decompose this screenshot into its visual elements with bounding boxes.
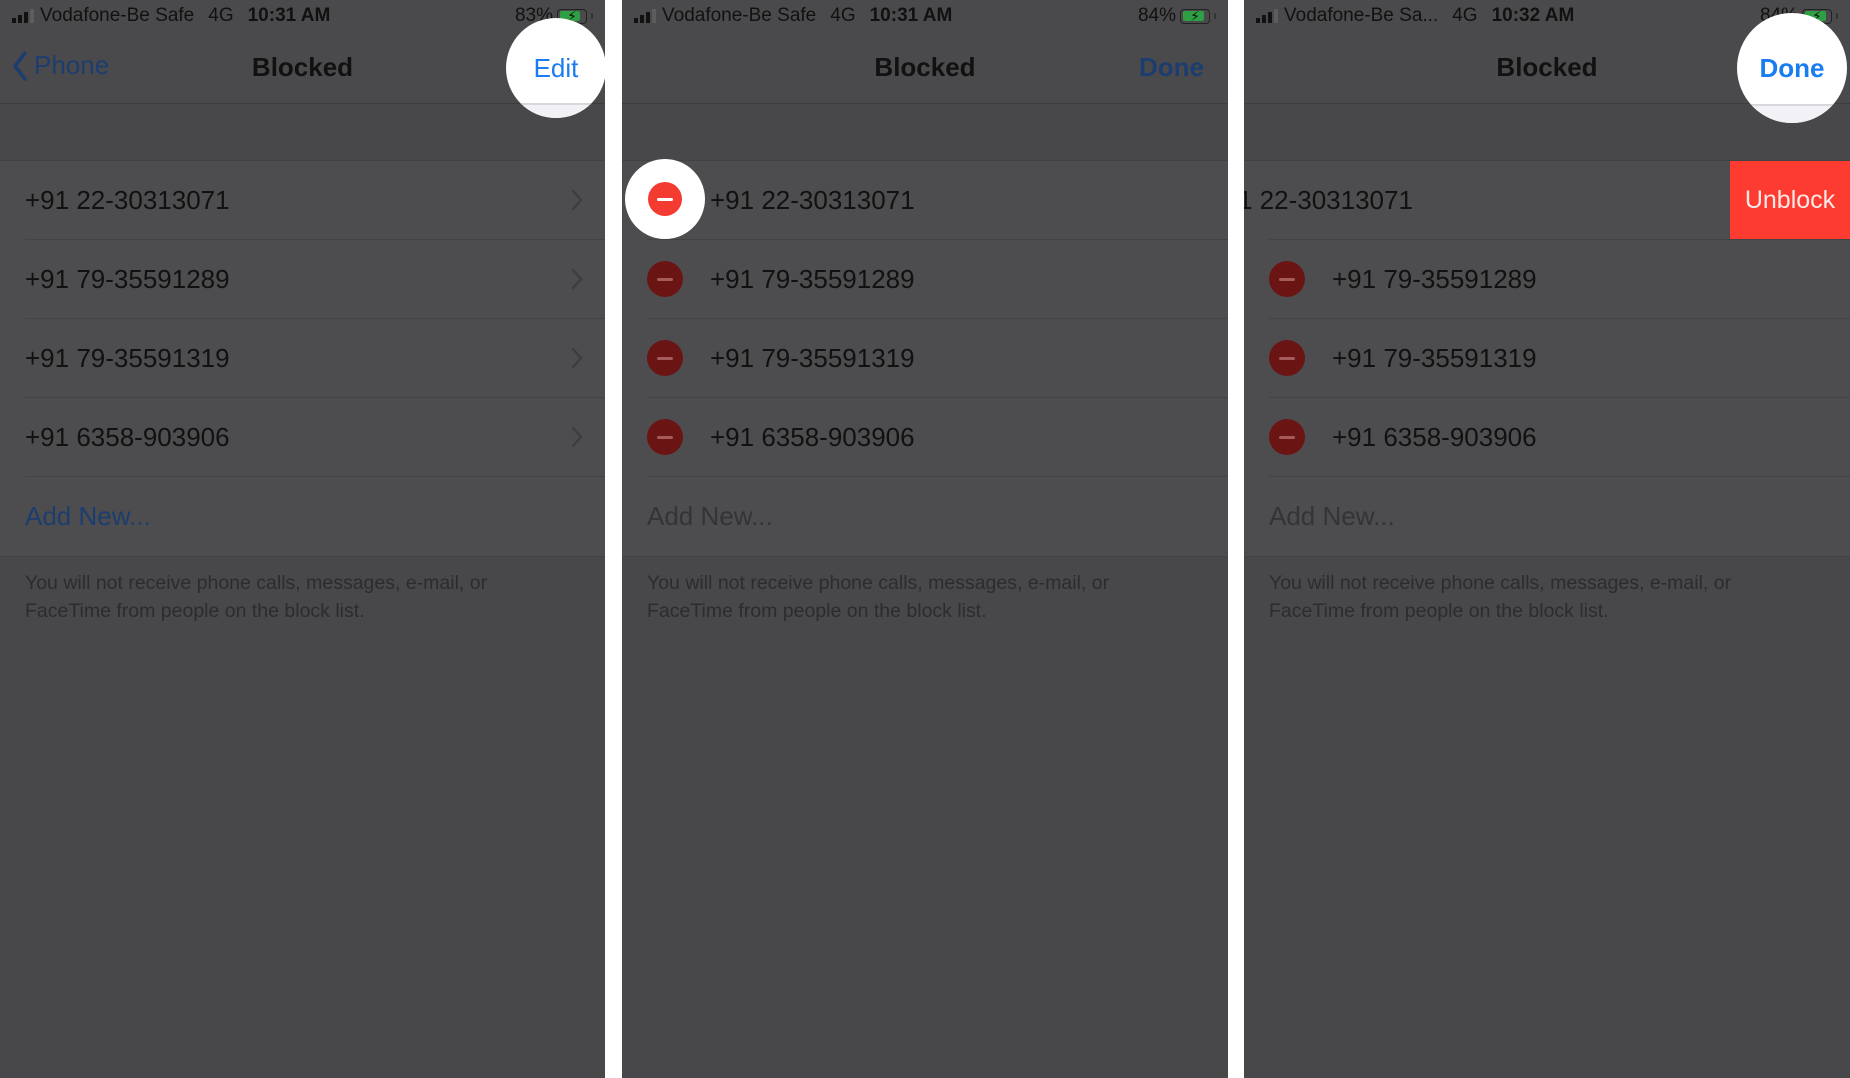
status-bar: Vodafone-Be Safe 4G 10:31 AM 83% ⚡ [0,0,605,32]
battery-cap [591,13,593,19]
done-button[interactable]: Done [1760,53,1825,84]
carrier-name: Vodafone-Be Sa... [1284,5,1439,26]
network-type: 4G [830,5,856,26]
chevron-right-icon [571,426,583,448]
unblock-button[interactable]: Unblock [1730,161,1850,240]
blocked-numbers-list: +91 22-30313071 +91 79-35591289 +91 79-3… [622,160,1228,557]
status-bar: Vodafone-Be Safe 4G 10:31 AM 84% ⚡ [622,0,1228,32]
phone-number: +91 79-35591319 [710,343,915,373]
done-button[interactable]: Done [1139,52,1204,83]
delete-icon-highlight [625,159,705,239]
phone-number: +91 22-30313071 [710,185,915,215]
delete-minus-icon[interactable] [648,182,682,216]
battery-cap [1214,13,1216,19]
blocked-number-row[interactable]: +91 79-35591289 [1244,240,1850,319]
carrier-name: Vodafone-Be Safe [40,5,195,26]
blocked-number-row[interactable]: +91 79-35591289 [622,240,1228,319]
network-type: 4G [1452,5,1478,26]
blocked-number-row-swiped[interactable]: 1 22-30313071 Unblock [1244,161,1850,240]
add-new-row: Add New... [1244,477,1850,556]
screen-blocked-list: Vodafone-Be Safe 4G 10:31 AM 83% ⚡ Phone… [0,0,605,1078]
block-list-footer-note: You will not receive phone calls, messag… [1269,572,1732,622]
blocked-number-row[interactable]: +91 79-35591289 [0,240,605,319]
phone-number: +91 79-35591289 [1332,264,1537,294]
blocked-numbers-list: +91 22-30313071 +91 79-35591289 +91 79-3… [0,160,605,557]
add-new-link: Add New... [1269,501,1395,531]
signal-strength-icon [12,9,34,23]
delete-minus-icon[interactable] [1269,340,1305,376]
delete-minus-icon[interactable] [1269,419,1305,455]
screen-blocked-unblock: Vodafone-Be Sa... 4G 10:32 AM 84% ⚡ Bloc… [1244,0,1850,1078]
delete-minus-icon[interactable] [647,261,683,297]
battery-charging-icon: ⚡ [1180,8,1210,24]
battery-cap [1836,13,1838,19]
add-new-link: Add New... [647,501,773,531]
done-button-highlight[interactable]: Done [1737,13,1847,123]
phone-number: +91 22-30313071 [25,185,230,215]
chevron-right-icon [571,268,583,290]
blocked-number-row[interactable]: +91 79-35591319 [0,319,605,398]
blocked-number-row[interactable]: +91 6358-903906 [0,398,605,477]
phone-number: +91 6358-903906 [25,422,230,452]
battery-percent: 84% [1137,5,1176,26]
block-list-footer-note: You will not receive phone calls, messag… [647,572,1110,622]
delete-minus-icon[interactable] [647,340,683,376]
signal-strength-icon [1256,9,1278,23]
nav-bar: Blocked Done [622,32,1228,104]
chevron-right-icon [571,347,583,369]
blocked-number-row[interactable]: +91 22-30313071 [622,161,1228,240]
delete-minus-icon[interactable] [647,419,683,455]
screen-blocked-edit-mode: Vodafone-Be Safe 4G 10:31 AM 84% ⚡ Block… [622,0,1228,1078]
phone-number: +91 79-35591289 [25,264,230,294]
phone-number: +91 79-35591319 [25,343,230,373]
blocked-numbers-list: 1 22-30313071 Unblock +91 79-35591289 +9… [1244,160,1850,557]
block-list-footer-note: You will not receive phone calls, messag… [25,572,488,622]
add-new-row: Add New... [622,477,1228,556]
blocked-number-row[interactable]: +91 79-35591319 [622,319,1228,398]
page-title: Blocked [874,52,976,82]
carrier-name: Vodafone-Be Safe [662,5,817,26]
blocked-number-row[interactable]: +91 79-35591319 [1244,319,1850,398]
edit-button[interactable]: Edit [534,53,579,84]
delete-minus-icon[interactable] [1269,261,1305,297]
phone-number: +91 79-35591319 [1332,343,1537,373]
status-time: 10:31 AM [869,5,953,26]
add-new-link[interactable]: Add New... [25,501,151,532]
edit-button-highlight[interactable]: Edit [506,18,605,118]
status-time: 10:31 AM [247,5,331,26]
add-new-row[interactable]: Add New... [0,477,605,556]
blocked-number-row[interactable]: +91 22-30313071 [0,161,605,240]
phone-number: +91 79-35591289 [710,264,915,294]
phone-number: +91 6358-903906 [1332,422,1537,452]
phone-number: +91 6358-903906 [710,422,915,452]
network-type: 4G [208,5,234,26]
blocked-number-row[interactable]: +91 6358-903906 [622,398,1228,477]
chevron-right-icon [571,189,583,211]
blocked-number-row[interactable]: +91 6358-903906 [1244,398,1850,477]
signal-strength-icon [634,9,656,23]
phone-number: 1 22-30313071 [1244,185,1413,215]
status-time: 10:32 AM [1491,5,1575,26]
